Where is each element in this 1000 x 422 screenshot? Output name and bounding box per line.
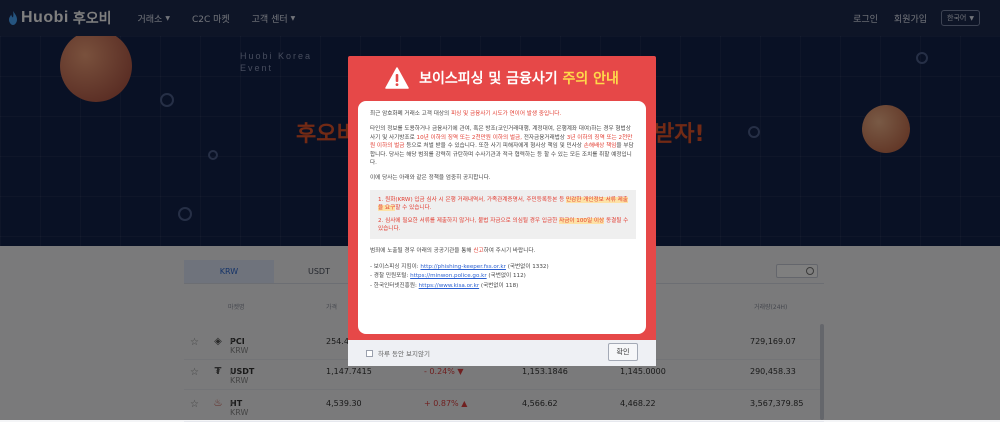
contact-item: - 경찰 민원포털: https://minwon.police.go.kr (… <box>370 273 526 280</box>
contacts-list: - 보이스피싱 지킴이: http://phishing-keeper.fss.… <box>370 263 636 290</box>
phishing-keeper-link[interactable]: http://phishing-keeper.fss.or.kr <box>420 264 506 270</box>
phishing-warning-modal: 보이스피싱 및 금융사기 주의 안내 최근 암호화폐 거래소 고객 대상의 피싱… <box>348 56 656 366</box>
confirm-button[interactable]: 확인 <box>608 343 638 361</box>
intro-paragraph: 최근 암호화폐 거래소 고객 대상의 피싱 및 금융사기 시도가 연이어 발생 … <box>370 111 562 117</box>
modal-footer: 하루 동안 보지않기 확인 <box>348 340 656 366</box>
modal-body: 최근 암호화폐 거래소 고객 대상의 피싱 및 금융사기 시도가 연이어 발생 … <box>358 101 646 334</box>
policy-box: 1. 원화(KRW) 입금 심사 시 은행 거래내역서, 가족관계증명서, 주민… <box>370 189 636 240</box>
penalty-paragraph: 타인의 정보를 도용하거나 금융사기에 관여, 혹은 방조(코인거래대행, 계정… <box>370 126 634 167</box>
policy-item: 2. 심사에 필요한 서류를 제출하지 않거나, 불법 자금으로 의심될 경우 … <box>378 217 629 233</box>
warning-triangle-icon <box>385 67 409 89</box>
kisa-link[interactable]: https://www.kisa.or.kr <box>419 283 479 289</box>
dismiss-checkbox[interactable] <box>366 349 373 357</box>
contact-item: - 한국인터넷진흥원: https://www.kisa.or.kr (국번없이… <box>370 282 519 289</box>
modal-title: 보이스피싱 및 금융사기 주의 안내 <box>419 71 619 87</box>
modal-header: 보이스피싱 및 금융사기 주의 안내 <box>348 56 656 100</box>
policy-intro: 이에 당사는 아래와 같은 정책을 엄중히 공지합니다. <box>370 175 491 182</box>
report-paragraph: 범죄에 노출될 경우 아래의 공공기관을 통해 신고하여 주시기 바랍니다. <box>370 248 536 255</box>
policy-item: 1. 원화(KRW) 입금 심사 시 은행 거래내역서, 가족관계증명서, 주민… <box>378 196 628 212</box>
police-minwon-link[interactable]: https://minwon.police.go.kr <box>410 273 487 279</box>
dismiss-for-day[interactable]: 하루 동안 보지않기 <box>366 348 430 358</box>
contact-item: - 보이스피싱 지킴이: http://phishing-keeper.fss.… <box>370 263 549 270</box>
